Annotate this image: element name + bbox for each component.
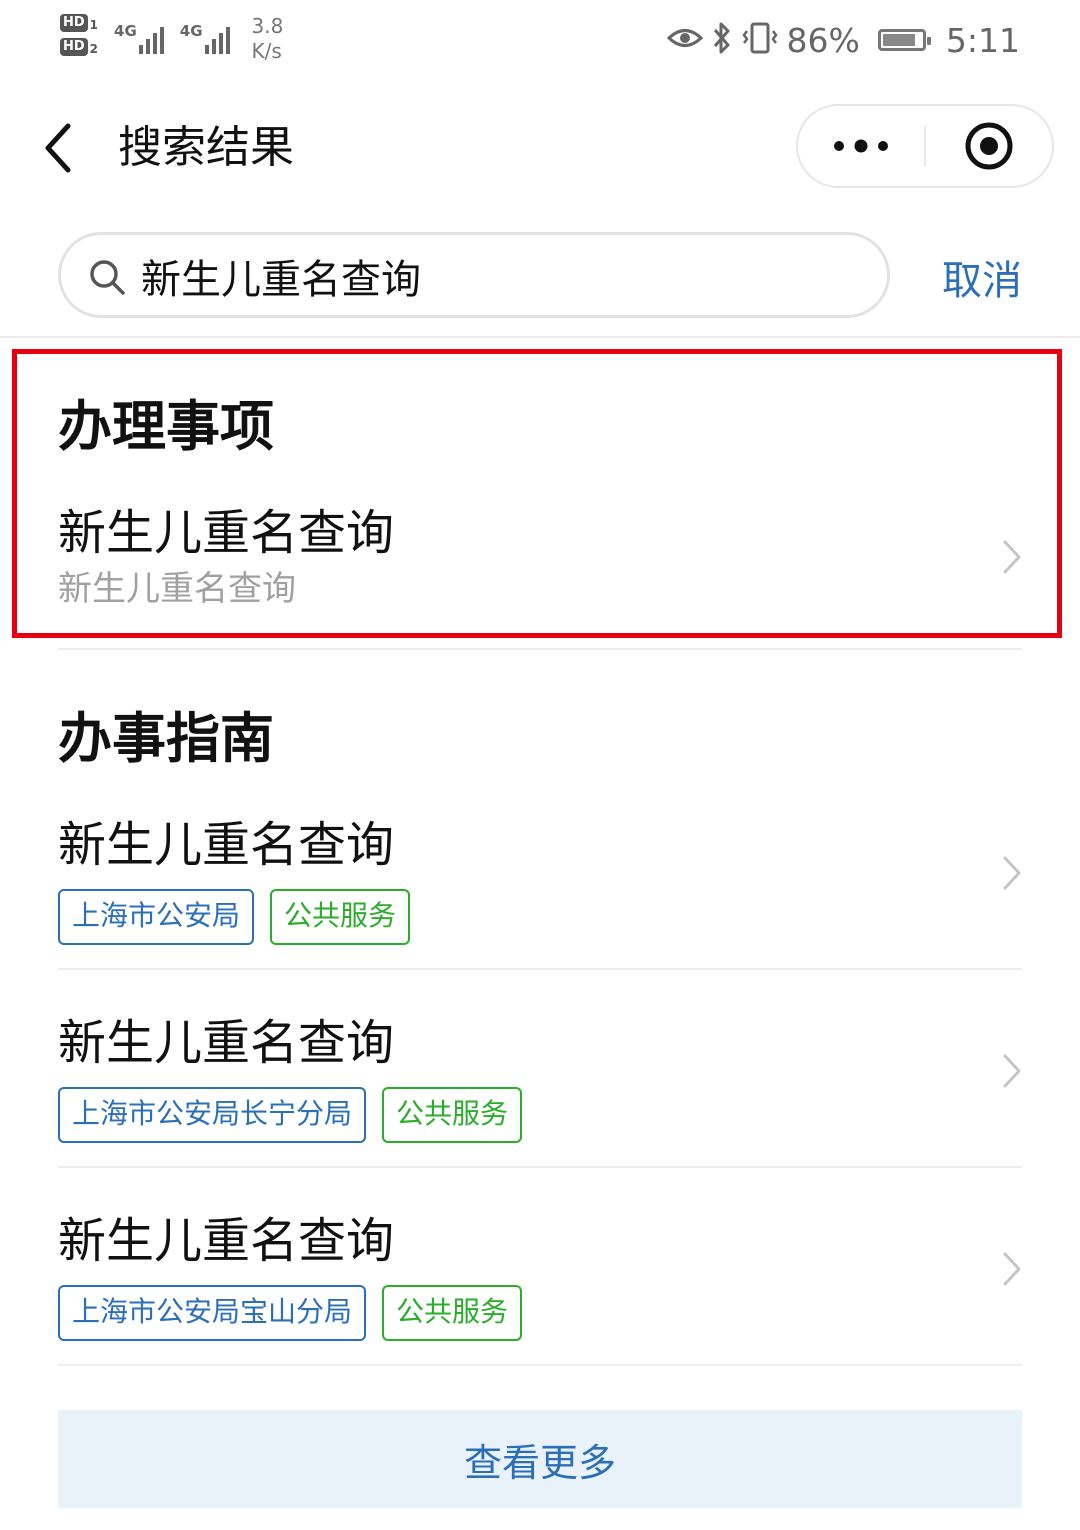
guide-item-2-tags: 上海市公安局长宁分局 公共服务 [58,1087,1022,1143]
hd1-number: 1 [89,18,99,32]
clock: 5:11 [945,20,1020,60]
close-miniprogram-button[interactable] [926,106,1052,186]
view-more-button[interactable]: 查看更多 [58,1410,1022,1508]
tag-department: 上海市公安局 [58,889,255,945]
handling-item-subtitle: 新生儿重名查询 [58,569,296,609]
search-icon [87,257,127,301]
cancel-button[interactable]: 取消 [942,248,1022,306]
section-divider [58,648,1022,650]
status-bar: HD 1 HD 2 4G 4G 3.8 K/s 86% 5:11 [0,0,1080,90]
chevron-right-icon [1003,1252,1021,1286]
tag-department: 上海市公安局长宁分局 [58,1087,367,1143]
guide-item-1-tags: 上海市公安局 公共服务 [58,889,1022,945]
back-button[interactable] [36,118,80,178]
bluetooth-icon [711,21,733,59]
more-dots-icon [834,139,888,153]
battery-fill [882,34,915,46]
signal-2: 4G [180,14,230,54]
signal-1-bars-icon [138,22,164,54]
guide-item-3[interactable]: 新生儿重名查询 上海市公安局宝山分局 公共服务 [58,1211,1022,1341]
section-heading-guide: 办事指南 [58,707,274,770]
hd-indicators: HD 1 HD 2 [60,14,98,56]
back-icon [45,123,71,173]
search-row: 取消 [0,230,1080,320]
tag-department: 上海市公安局宝山分局 [58,1285,367,1341]
handling-item[interactable]: 新生儿重名查询 新生儿重名查询 [58,503,1022,613]
eye-icon [666,25,703,55]
signal-1: 4G [114,14,164,54]
status-bar-left: HD 1 HD 2 4G 4G 3.8 K/s [60,14,283,64]
list-divider [58,1364,1022,1366]
page-title: 搜索结果 [118,122,294,173]
hd1-badge: HD [60,14,88,32]
header-divider [0,336,1080,338]
network-speed-value: 3.8 [251,14,284,38]
signal-1-label: 4G [114,22,137,40]
section-heading-handling: 办理事项 [58,395,274,458]
guide-item-1-title: 新生儿重名查询 [58,817,395,873]
list-divider [58,1166,1022,1168]
search-box[interactable] [58,232,890,318]
nav-bar: 搜索结果 [0,100,1080,196]
battery-percent: 86% [786,20,860,60]
list-divider [58,968,1022,970]
battery-icon [877,29,931,51]
chevron-right-icon [1003,540,1021,574]
vibrate-icon [741,21,779,59]
hd1-indicator: HD 1 [60,14,98,32]
tag-category: 公共服务 [382,1087,523,1143]
signal-2-label: 4G [179,22,203,40]
chevron-right-icon [1003,856,1021,890]
status-bar-right: 86% 5:11 [666,18,1020,62]
guide-item-2-title: 新生儿重名查询 [58,1015,395,1071]
network-speed-unit: K/s [251,39,282,63]
tag-category: 公共服务 [270,889,411,945]
hd2-indicator: HD 2 [60,38,98,56]
tag-category: 公共服务 [382,1285,523,1341]
more-button[interactable] [798,106,924,186]
handling-item-title: 新生儿重名查询 [58,505,395,561]
hd2-badge: HD [60,38,88,56]
guide-item-2[interactable]: 新生儿重名查询 上海市公安局长宁分局 公共服务 [58,1013,1022,1143]
chevron-right-icon [1003,1054,1021,1088]
close-target-icon [965,122,1013,170]
guide-item-3-tags: 上海市公安局宝山分局 公共服务 [58,1285,1022,1341]
guide-item-3-title: 新生儿重名查询 [58,1213,395,1269]
guide-item-1[interactable]: 新生儿重名查询 上海市公安局 公共服务 [58,815,1022,945]
signal-2-bars-icon [204,22,230,54]
miniprogram-capsule [796,104,1054,188]
hd2-number: 2 [89,42,99,56]
network-speed: 3.8 K/s [252,14,284,64]
search-input[interactable] [139,247,863,305]
